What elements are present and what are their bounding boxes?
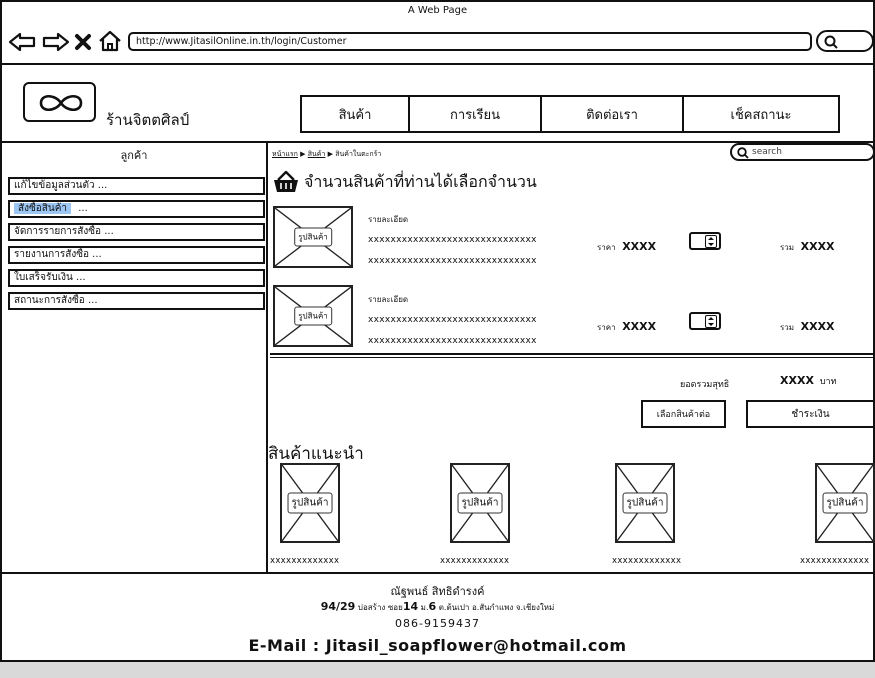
cart-item-line: xxxxxxxxxxxxxxxxxxxxxxxxxxxxxx xyxy=(368,256,537,266)
recommended-item-caption: xxxxxxxxxxxxx xyxy=(270,556,340,566)
tab-check-status[interactable]: เช็คสถานะ xyxy=(682,95,840,133)
cart-item-detail-label: รายละเอียด xyxy=(368,295,409,304)
tab-products[interactable]: สินค้า xyxy=(300,95,410,133)
recommended-item-image[interactable]: รูปสินค้า xyxy=(615,463,675,543)
net-total: XXXX บาท xyxy=(780,374,837,388)
quantity-stepper[interactable] xyxy=(689,232,721,250)
sidebar-item-order-products[interactable]: สั่งซื้อสินค้า ... xyxy=(8,200,265,218)
sidebar-item-receipt[interactable]: ใบเสร็จรับเงิน ... xyxy=(8,269,265,287)
home-icon[interactable] xyxy=(98,30,122,52)
search-icon xyxy=(824,35,838,49)
address-bar[interactable]: http://www.JitasilOnline.in.th/login/Cus… xyxy=(128,32,812,51)
page-header: ร้านจิตตศิลป์ สินค้า การเรียน ติดต่อเรา … xyxy=(0,67,875,143)
store-name: ร้านจิตตศิลป์ xyxy=(106,111,190,129)
cart-divider xyxy=(270,353,875,358)
footer-email: E-Mail : Jitasil_soapflower@hotmail.com xyxy=(248,636,627,655)
footer-phone: 086-9159437 xyxy=(395,617,480,630)
quantity-stepper[interactable] xyxy=(689,312,721,330)
footer-address: 94/29 บ่อสร้าง ซอย14 ม.6 ต.ต้นเปา อ.สันก… xyxy=(320,600,555,613)
sidebar-item-edit-profile[interactable]: แก้ไขข้อมูลส่วนตัว ... xyxy=(8,177,265,195)
logo[interactable] xyxy=(23,82,96,122)
sidebar: ลูกค้า แก้ไขข้อมูลส่วนตัว ... สั่งซื้อสิ… xyxy=(0,143,268,573)
recommended-item-caption: xxxxxxxxxxxxx xyxy=(800,556,870,566)
search-icon xyxy=(737,147,749,159)
window-bottom-bar xyxy=(0,662,875,678)
pay-button[interactable]: ชำระเงิน xyxy=(746,400,875,428)
sidebar-title: ลูกค้า xyxy=(120,149,148,162)
continue-shopping-button[interactable]: เลือกสินค้าต่อ xyxy=(641,400,726,428)
footer: ณัฐพนธ์ สิทธิดำรงค์ 94/29 บ่อสร้าง ซอย14… xyxy=(0,572,875,662)
recommended-item-image[interactable]: รูปสินค้า xyxy=(815,463,875,543)
infinity-logo-icon xyxy=(39,94,83,112)
browser-search-box[interactable] xyxy=(816,30,874,52)
basket-icon xyxy=(274,170,298,192)
recommended-item-caption: xxxxxxxxxxxxx xyxy=(612,556,682,566)
net-total-label: ยอดรวมสุทธิ xyxy=(680,380,730,390)
cart-item-total: รวม XXXX xyxy=(780,320,835,333)
footer-name: ณัฐพนธ์ สิทธิดำรงค์ xyxy=(390,585,485,598)
sidebar-item-order-status[interactable]: สถานะการสั่งซื้อ ... xyxy=(8,292,265,310)
cart-item-image: รูปสินค้า xyxy=(273,206,353,268)
cart-item-price: ราคา XXXX xyxy=(597,320,657,333)
tab-contact[interactable]: ติดต่อเรา xyxy=(540,95,684,133)
tab-learning[interactable]: การเรียน xyxy=(408,95,542,133)
cart-heading: จำนวนสินค้าที่ท่านได้เลือกจำนวน xyxy=(304,172,537,191)
cart-item-line: xxxxxxxxxxxxxxxxxxxxxxxxxxxxxx xyxy=(368,315,537,325)
net-total-value: XXXX xyxy=(780,374,814,387)
forward-arrow-icon[interactable] xyxy=(40,32,70,52)
recommended-item-image[interactable]: รูปสินค้า xyxy=(280,463,340,543)
cart-item-line: xxxxxxxxxxxxxxxxxxxxxxxxxxxxxx xyxy=(368,235,537,245)
close-x-icon[interactable] xyxy=(74,33,92,51)
sidebar-item-manage-orders[interactable]: จัดการรายการสั่งซื้อ ... xyxy=(8,223,265,241)
sidebar-item-selected-label: สั่งซื้อสินค้า xyxy=(14,203,72,214)
search-input[interactable]: search xyxy=(730,143,875,161)
cart-item-image: รูปสินค้า xyxy=(273,285,353,347)
cart-item-price: ราคา XXXX xyxy=(597,240,657,253)
breadcrumb: หน้าแรก ▶ สินค้า ▶ สินค้าในตะกร้า xyxy=(272,150,382,158)
cart-item-detail-label: รายละเอียด xyxy=(368,215,409,224)
cart-item-line: xxxxxxxxxxxxxxxxxxxxxxxxxxxxxx xyxy=(368,336,537,346)
cart-item-total: รวม XXXX xyxy=(780,240,835,253)
stepper-icon xyxy=(705,235,717,248)
url-text: http://www.JitasilOnline.in.th/login/Cus… xyxy=(136,36,347,47)
currency: บาท xyxy=(819,377,837,387)
stepper-icon xyxy=(705,315,717,328)
breadcrumb-home[interactable]: หน้าแรก xyxy=(272,150,298,158)
breadcrumb-cart: สินค้าในตะกร้า xyxy=(335,150,382,158)
recommended-item-caption: xxxxxxxxxxxxx xyxy=(440,556,510,566)
breadcrumb-products[interactable]: สินค้า xyxy=(308,150,326,158)
browser-toolbar: http://www.JitasilOnline.in.th/login/Cus… xyxy=(0,18,875,65)
sidebar-item-order-report[interactable]: รายงานการสั่งซื้อ ... xyxy=(8,246,265,264)
window-title: A Web Page xyxy=(407,5,468,16)
recommended-item-image[interactable]: รูปสินค้า xyxy=(450,463,510,543)
back-arrow-icon[interactable] xyxy=(8,32,38,52)
